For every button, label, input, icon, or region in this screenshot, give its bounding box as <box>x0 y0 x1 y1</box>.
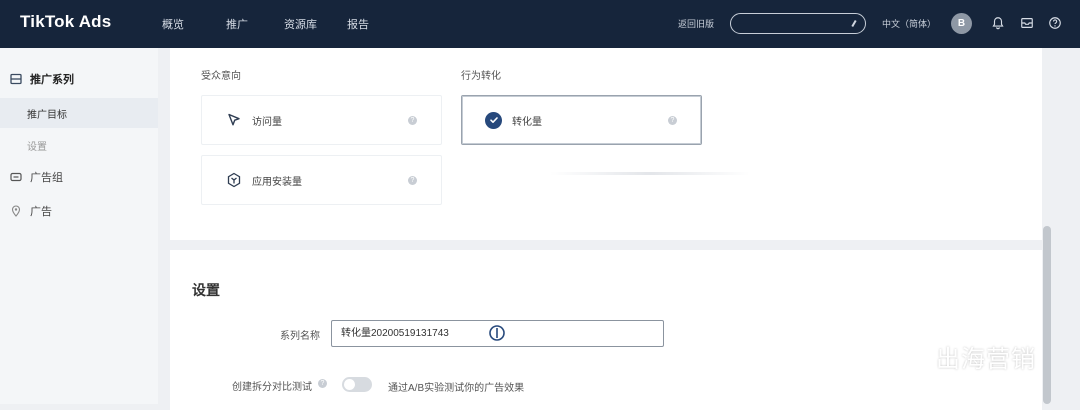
campaign-name-label: 系列名称 <box>280 331 320 342</box>
main-nav: 概览 推广 资源库 报告 <box>162 0 409 48</box>
ad-icon <box>10 205 22 217</box>
objective-option-traffic[interactable]: 访问量 ? <box>201 95 442 145</box>
text-cursor-icon <box>489 325 505 341</box>
inbox-icon[interactable] <box>1019 15 1035 31</box>
return-old-version-link[interactable]: 返回旧版 <box>678 17 714 30</box>
settings-title: 设置 <box>192 282 220 298</box>
nav-reports[interactable]: 报告 <box>347 16 369 32</box>
top-navigation-bar: TikTok Ads 概览 推广 资源库 报告 返回旧版 中文（简体） B <box>0 0 1080 48</box>
help-icon[interactable]: ? <box>668 116 677 125</box>
objective-option-app-installs[interactable]: 应用安装量 ? <box>201 155 442 205</box>
sidebar-item-ad[interactable]: 广告 <box>0 196 158 226</box>
sidebar: 推广系列 推广目标 设置 广告组 广告 <box>0 48 158 404</box>
language-selector[interactable]: 中文（简体） <box>882 17 936 30</box>
campaign-icon <box>10 73 22 85</box>
selector-indicator <box>851 19 857 28</box>
nav-campaign[interactable]: 推广 <box>226 16 248 32</box>
objective-option-conversions[interactable]: 转化量 ? <box>461 95 702 145</box>
sidebar-item-label: 广告 <box>30 206 52 218</box>
account-selector[interactable] <box>730 13 866 34</box>
divider <box>550 172 750 175</box>
help-icon[interactable]: ? <box>408 116 417 125</box>
check-circle-icon <box>485 111 502 129</box>
help-icon[interactable]: ? <box>318 379 327 388</box>
watermark-text: 出海营销 <box>936 345 1036 373</box>
sidebar-item-settings[interactable]: 设置 <box>0 130 158 160</box>
audience-intent-title: 受众意向 <box>201 71 241 82</box>
wechat-icon <box>881 339 926 373</box>
sidebar-item-label: 设置 <box>27 141 47 153</box>
help-icon[interactable] <box>1047 15 1063 31</box>
sidebar-item-objective[interactable]: 推广目标 <box>0 98 158 128</box>
split-test-description: 通过A/B实验测试你的广告效果 <box>388 383 525 394</box>
sidebar-item-campaign[interactable]: 推广系列 <box>0 64 158 94</box>
settings-card: 设置 系列名称 转化量20200519131743 创建拆分对比测试 ? 通过A… <box>170 250 1042 410</box>
help-icon[interactable]: ? <box>408 176 417 185</box>
bell-icon[interactable] <box>990 15 1006 31</box>
watermark: 出海营销 <box>878 336 1036 376</box>
split-test-toggle[interactable] <box>342 377 372 392</box>
user-avatar[interactable]: B <box>951 13 972 34</box>
split-test-label: 创建拆分对比测试 <box>232 382 312 393</box>
nav-overview[interactable]: 概览 <box>162 16 184 32</box>
objective-card: 受众意向 行为转化 访问量 ? 应用安装量 ? 转化量 ? <box>170 48 1042 240</box>
option-label: 转化量 <box>512 116 542 128</box>
option-label: 访问量 <box>252 116 282 128</box>
sidebar-item-label: 广告组 <box>30 172 63 184</box>
option-label: 应用安装量 <box>252 176 302 188</box>
app-box-icon <box>226 172 242 188</box>
adgroup-icon <box>10 171 22 183</box>
sidebar-item-adgroup[interactable]: 广告组 <box>0 162 158 192</box>
sidebar-item-label: 推广系列 <box>30 74 74 86</box>
cursor-arrow-icon <box>226 112 242 128</box>
nav-assets[interactable]: 资源库 <box>284 16 317 32</box>
sidebar-item-label: 推广目标 <box>27 109 67 121</box>
behavior-conversion-title: 行为转化 <box>461 71 501 82</box>
tiktok-ads-logo[interactable]: TikTok Ads <box>20 12 111 32</box>
page-scrollbar[interactable] <box>1043 226 1051 404</box>
